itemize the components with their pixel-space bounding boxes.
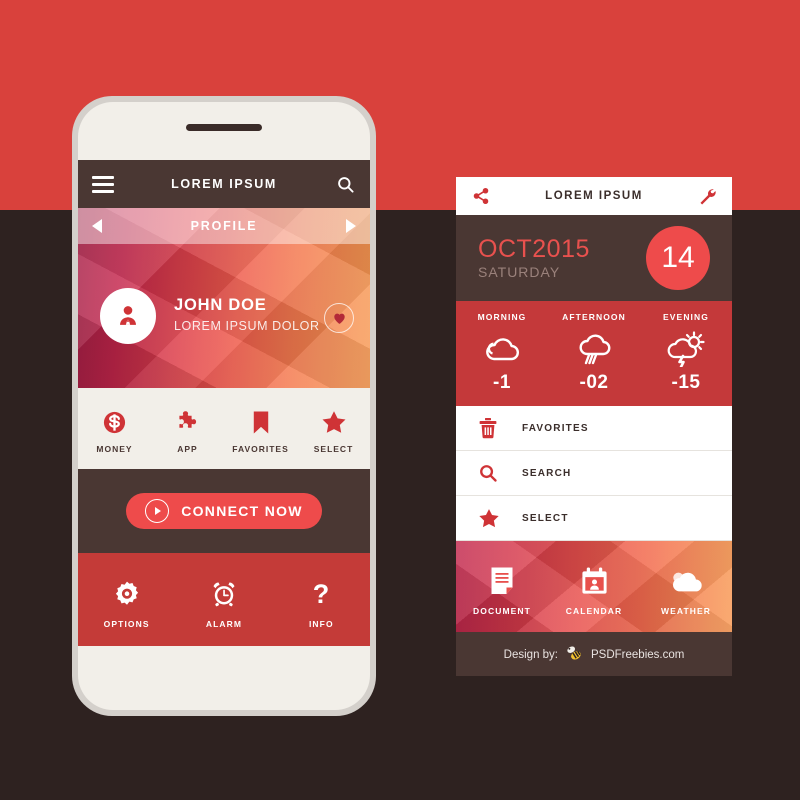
weather-cell-evening[interactable]: EVENING -15 [640,312,732,394]
profile-title: PROFILE [190,219,258,233]
weather-temp: -15 [671,372,701,393]
arrow-right-icon[interactable] [346,219,356,233]
play-circle-icon [145,499,170,523]
tool-item-label: ALARM [205,618,243,629]
quick-icon-row: MONEY APP FAVORITES SELECT [78,388,370,469]
weather-temp: -1 [493,372,511,393]
quick-item-label: SELECT [313,444,354,454]
cloud-icon [640,563,732,599]
list-item-label: SEARCH [522,467,572,479]
rain-cloud-icon [548,328,640,370]
side-panel: LOREM IPSUM OCT2015 SATURDAY 14 MORNING [456,172,732,676]
hamburger-menu-icon[interactable] [92,175,114,193]
bookmark-icon [224,407,297,437]
user-subtitle: LOREM IPSUM DOLOR [174,319,320,333]
credit-site: PSDFreebies.com [591,649,685,661]
footer-tile-label: DOCUMENT [473,606,531,616]
profile-nav-bar: PROFILE [78,208,370,244]
tool-row: OPTIONS ALARM ? INFO [78,553,370,646]
tool-item-label: OPTIONS [103,618,150,629]
connect-now-label: CONNECT NOW [181,503,303,519]
search-icon [478,463,522,483]
tool-item-alarm[interactable]: ALARM [175,577,272,629]
quick-item-label: APP [177,444,198,454]
connect-section: CONNECT NOW [78,469,370,553]
tool-item-label: INFO [308,618,334,629]
search-icon[interactable] [334,173,356,195]
credit-prefix: Design by: [503,649,559,661]
footer-tile-document[interactable]: DOCUMENT [456,563,548,616]
weather-period: EVENING [663,312,709,322]
trash-icon [478,417,522,439]
date-section: OCT2015 SATURDAY 14 [456,215,732,301]
tool-item-info[interactable]: ? INFO [273,577,370,629]
phone-speaker [186,124,262,131]
panel-title: LOREM IPSUM [545,190,643,202]
svg-text:?: ? [313,579,330,609]
menu-list: FAVORITES SEARCH SELECT [456,406,732,541]
star-icon [478,508,522,529]
alarm-clock-icon [175,577,272,611]
date-day-number: 14 [646,226,710,290]
footer-tile-calendar[interactable]: CALENDAR [548,563,640,616]
footer-tile-row: DOCUMENT CALENDAR WEATHER [456,541,732,632]
quick-item-money[interactable]: MONEY [78,407,151,454]
cloud-icon [456,328,548,370]
panel-header: LOREM IPSUM [456,177,732,215]
quick-item-label: MONEY [96,444,133,454]
storm-sun-cloud-icon [640,328,732,370]
user-avatar-icon [120,306,136,325]
gear-icon [78,577,175,611]
list-item-search[interactable]: SEARCH [456,451,732,496]
date-weekday: SATURDAY [478,264,561,281]
quick-item-label: FAVORITES [232,444,289,454]
phone-screen: LOREM IPSUM PROFILE JOHN DOE LOREM IPSUM… [78,160,370,674]
wrench-icon[interactable] [696,185,718,207]
date-month-year: OCT2015 [478,234,590,263]
connect-now-button[interactable]: CONNECT NOW [126,493,322,529]
weather-period: MORNING [477,312,527,322]
app-bar: LOREM IPSUM [78,160,370,208]
quick-item-app[interactable]: APP [151,407,224,454]
puzzle-app-icon [151,407,224,437]
arrow-left-icon[interactable] [92,219,102,233]
phone-body: LOREM IPSUM PROFILE JOHN DOE LOREM IPSUM… [78,102,370,710]
profile-hero: PROFILE JOHN DOE LOREM IPSUM DOLOR [78,208,370,388]
weather-section: MORNING -1 AFTERNOON -02 EVENING -15 [456,301,732,406]
calendar-icon [548,563,640,599]
phone-mockup: LOREM IPSUM PROFILE JOHN DOE LOREM IPSUM… [72,96,376,716]
weather-cell-morning[interactable]: MORNING -1 [456,312,548,394]
list-item-select[interactable]: SELECT [456,496,732,541]
weather-cell-afternoon[interactable]: AFTERNOON -02 [548,312,640,394]
weather-temp: -02 [579,372,609,393]
share-icon[interactable] [470,185,492,207]
question-mark-icon: ? [273,577,370,611]
heart-icon [333,313,345,324]
quick-item-favorites[interactable]: FAVORITES [224,407,297,454]
list-item-favorites[interactable]: FAVORITES [456,406,732,451]
footer-tile-label: WEATHER [660,606,712,616]
user-name: JOHN DOE [174,296,267,314]
star-icon [297,407,370,437]
credit-bar: Design by: PSDFreebies.com [456,632,732,676]
weather-period: AFTERNOON [562,312,626,322]
favorite-button[interactable] [324,303,354,333]
footer-tile-weather[interactable]: WEATHER [640,563,732,616]
user-info: JOHN DOE LOREM IPSUM DOLOR [174,296,320,333]
document-icon [456,563,548,599]
app-bar-title: LOREM IPSUM [171,177,277,191]
money-icon [78,407,151,437]
quick-item-select[interactable]: SELECT [297,407,370,454]
list-item-label: FAVORITES [522,422,589,434]
list-item-label: SELECT [522,512,569,524]
footer-tile-label: CALENDAR [565,606,623,616]
tool-item-options[interactable]: OPTIONS [78,577,175,629]
avatar[interactable] [100,288,156,344]
bee-icon [565,645,584,665]
